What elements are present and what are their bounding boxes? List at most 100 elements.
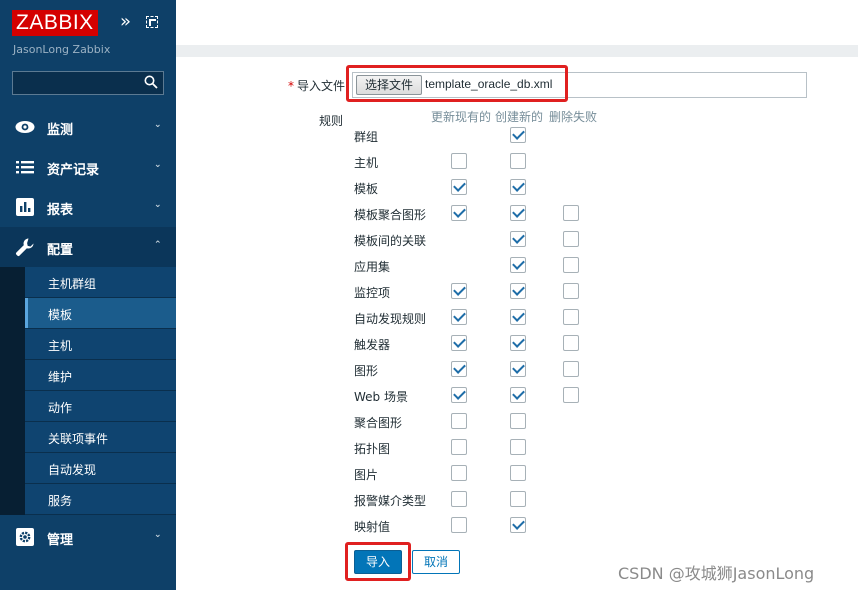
submenu-label: 维护 [48,370,73,384]
create-new-checkbox[interactable] [510,439,526,455]
header-divider [176,45,858,57]
cancel-button[interactable]: 取消 [412,550,460,574]
main-menu: 监测 ⌄ 资产记录 ⌄ 报表 ⌄ 配置 ⌃ 主机群组 模板 主机 维护 动作 关… [0,107,176,557]
create-new-checkbox[interactable] [510,517,526,533]
update-existing-checkbox[interactable] [451,465,467,481]
import-file-label: * 导入文件 [288,77,345,94]
rule-row: 聚合图形 [176,410,858,436]
sidebar: ZABBIX » JasonLong Zabbix 监测 ⌄ 资产记录 ⌄ 报表… [0,0,176,590]
create-new-checkbox[interactable] [510,231,526,247]
wrench-icon [14,237,36,257]
create-new-checkbox[interactable] [510,257,526,273]
rule-name: 图片 [354,468,379,482]
column-header-create-new: 创建新的 [495,110,544,124]
menu-item-monitoring[interactable]: 监测 ⌄ [0,107,176,147]
submenu-label: 主机群组 [48,277,97,291]
create-new-checkbox[interactable] [510,283,526,299]
delete-missing-checkbox[interactable] [563,231,579,247]
rule-row: 监控项 [176,280,858,306]
menu-label: 管理 [47,533,74,548]
rule-row: 图形 [176,358,858,384]
rule-row: 报警媒介类型 [176,488,858,514]
update-existing-checkbox[interactable] [451,179,467,195]
menu-item-reports[interactable]: 报表 ⌄ [0,187,176,227]
search-input[interactable] [12,71,164,95]
kiosk-mode-icon[interactable] [146,16,158,28]
create-new-checkbox[interactable] [510,465,526,481]
submenu-item-maintenance[interactable]: 维护 [0,360,176,391]
rule-name: 模板 [354,182,379,196]
create-new-checkbox[interactable] [510,361,526,377]
update-existing-checkbox[interactable] [451,309,467,325]
rule-row: 图片 [176,462,858,488]
update-existing-checkbox[interactable] [451,439,467,455]
update-existing-checkbox[interactable] [451,413,467,429]
watermark: CSDN @攻城狮JasonLong [618,564,815,583]
column-header-update-existing: 更新现有的 [431,110,492,124]
update-existing-checkbox[interactable] [451,361,467,377]
delete-missing-checkbox[interactable] [563,387,579,403]
delete-missing-checkbox[interactable] [563,309,579,325]
submenu-label: 关联项事件 [48,432,109,446]
create-new-checkbox[interactable] [510,205,526,221]
delete-missing-checkbox[interactable] [563,283,579,299]
update-existing-checkbox[interactable] [451,335,467,351]
chevron-up-icon: ⌃ [154,240,162,250]
menu-item-inventory[interactable]: 资产记录 ⌄ [0,147,176,187]
create-new-checkbox[interactable] [510,335,526,351]
create-new-checkbox[interactable] [510,179,526,195]
rule-name: 聚合图形 [354,416,403,430]
eye-icon [14,117,36,137]
zabbix-logo[interactable]: ZABBIX [12,10,98,36]
create-new-checkbox[interactable] [510,127,526,143]
gear-icon [14,527,36,547]
update-existing-checkbox[interactable] [451,205,467,221]
submenu-label: 主机 [48,339,73,353]
rule-name: 群组 [354,130,379,144]
submenu-item-event-correlation[interactable]: 关联项事件 [0,422,176,453]
create-new-checkbox[interactable] [510,153,526,169]
menu-item-configuration[interactable]: 配置 ⌃ [0,227,176,267]
rule-name: 模板聚合图形 [354,208,427,222]
rule-name: 报警媒介类型 [354,494,427,508]
menu-item-administration[interactable]: 管理 ⌄ [0,517,176,557]
submenu-item-discovery[interactable]: 自动发现 [0,453,176,484]
chevron-down-icon: ⌄ [154,200,162,210]
create-new-checkbox[interactable] [510,387,526,403]
create-new-checkbox[interactable] [510,491,526,507]
submenu-item-templates[interactable]: 模板 [0,298,176,329]
update-existing-checkbox[interactable] [451,283,467,299]
delete-missing-checkbox[interactable] [563,257,579,273]
rule-row: 群组 [176,124,858,150]
submenu-item-hosts[interactable]: 主机 [0,329,176,360]
submenu-item-host-groups[interactable]: 主机群组 [0,267,176,298]
delete-missing-checkbox[interactable] [563,361,579,377]
create-new-checkbox[interactable] [510,309,526,325]
update-existing-checkbox[interactable] [451,491,467,507]
chevron-down-icon: ⌄ [154,160,162,170]
collapse-sidebar-icon[interactable]: » [120,13,131,31]
submenu-item-actions[interactable]: 动作 [0,391,176,422]
rule-row: 模板 [176,176,858,202]
create-new-checkbox[interactable] [510,413,526,429]
menu-label: 监测 [47,123,74,138]
search-icon[interactable] [144,75,158,89]
rule-row: 自动发现规则 [176,306,858,332]
submenu-label: 服务 [48,494,73,508]
update-existing-checkbox[interactable] [451,387,467,403]
column-header-delete-missing: 删除失败 [549,110,598,124]
rule-row: 主机 [176,150,858,176]
rule-row: Web 场景 [176,384,858,410]
main-content: * 导入文件 选择文件 template_oracle_db.xml 规则 更新现… [176,0,858,590]
update-existing-checkbox[interactable] [451,153,467,169]
submenu-item-services[interactable]: 服务 [0,484,176,515]
menu-label: 报表 [47,203,74,218]
import-file-label-text: 导入文件 [297,79,346,93]
delete-missing-checkbox[interactable] [563,335,579,351]
rule-name: 监控项 [354,286,391,300]
rule-name: 映射值 [354,520,391,534]
delete-missing-checkbox[interactable] [563,205,579,221]
rule-name: Web 场景 [354,390,408,404]
update-existing-checkbox[interactable] [451,517,467,533]
header-bar [176,0,858,45]
